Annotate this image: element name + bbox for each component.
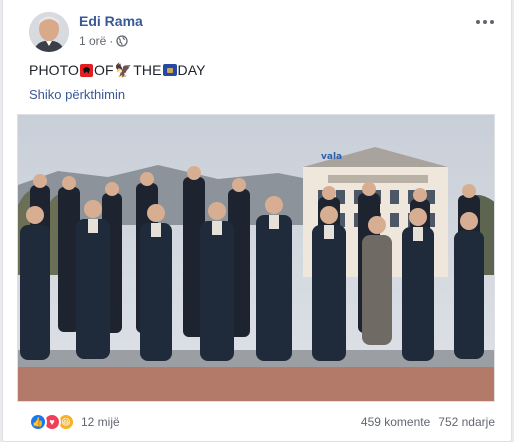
post-header: Edi Rama 1 orë · [29, 12, 499, 56]
albania-flag-icon [80, 63, 94, 77]
post-card: Edi Rama 1 orë · PHOTO OF 🦅 THE DAY Shik… [2, 0, 512, 442]
eagle-icon: 🦅 [114, 62, 133, 78]
post-text: PHOTO OF 🦅 THE DAY [29, 62, 206, 78]
author-name[interactable]: Edi Rama [79, 13, 143, 29]
post-text-part-2: OF [94, 62, 114, 78]
comments-count[interactable]: 459 komente [361, 415, 430, 429]
avatar-image [29, 12, 69, 52]
post-meta: 1 orë · [79, 34, 129, 48]
post-time[interactable]: 1 orë [79, 34, 106, 48]
like-reaction-icon: 👍 [29, 413, 47, 431]
more-options-icon[interactable] [473, 12, 497, 32]
kosovo-flag-icon [162, 64, 177, 76]
group-photo-image: vala [18, 115, 494, 401]
reactions-summary[interactable]: 👍 ♥ 😆 12 mijë [29, 413, 120, 431]
see-translation-link[interactable]: Shiko përkthimin [29, 87, 125, 102]
shares-count[interactable]: 752 ndarje [438, 415, 495, 429]
meta-separator: · [109, 34, 114, 48]
photo-sign-text: vala [321, 152, 342, 162]
post-footer: 👍 ♥ 😆 12 mijë 459 komente 752 ndarje [29, 409, 495, 435]
post-stats: 459 komente 752 ndarje [361, 415, 495, 429]
post-photo[interactable]: vala [17, 114, 495, 402]
post-text-part-1: PHOTO [29, 62, 80, 78]
reactions-count[interactable]: 12 mijë [81, 415, 120, 429]
post-text-part-3: THE [133, 62, 162, 78]
post-text-part-4: DAY [177, 62, 206, 78]
globe-icon[interactable] [116, 35, 129, 47]
author-avatar[interactable] [29, 12, 69, 52]
